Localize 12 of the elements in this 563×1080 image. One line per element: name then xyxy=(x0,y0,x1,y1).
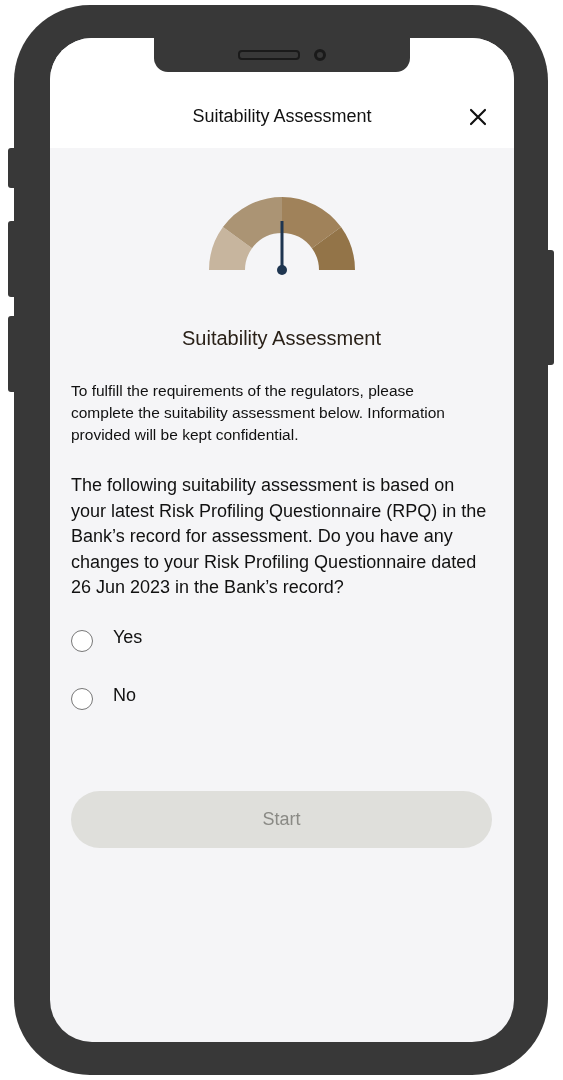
section-heading: Suitability Assessment xyxy=(181,327,382,350)
intro-paragraph: To fulfill the requirements of the regulators, please complete the suitability assessment below. Information provided will be kept confidential. xyxy=(71,381,446,445)
question-text: The following suitability assessment is based on your latest Risk Profiling Questionnaire (RPQ) in the Bank’s record for assessment. Do you have any changes to your Risk Profiling Questionnaire dated 26 Jun 2023 in the Bank’s record? xyxy=(71,474,488,599)
close-icon xyxy=(469,108,487,126)
close-button[interactable] xyxy=(468,107,488,127)
radio-option[interactable]: Yes xyxy=(71,628,492,653)
camera-icon xyxy=(314,49,326,61)
screen-title: Suitability Assessment xyxy=(192,106,372,127)
radio-button[interactable] xyxy=(71,687,93,710)
radio-option[interactable]: No xyxy=(71,686,492,711)
radio-button[interactable] xyxy=(71,629,93,652)
speaker-icon xyxy=(238,50,300,60)
